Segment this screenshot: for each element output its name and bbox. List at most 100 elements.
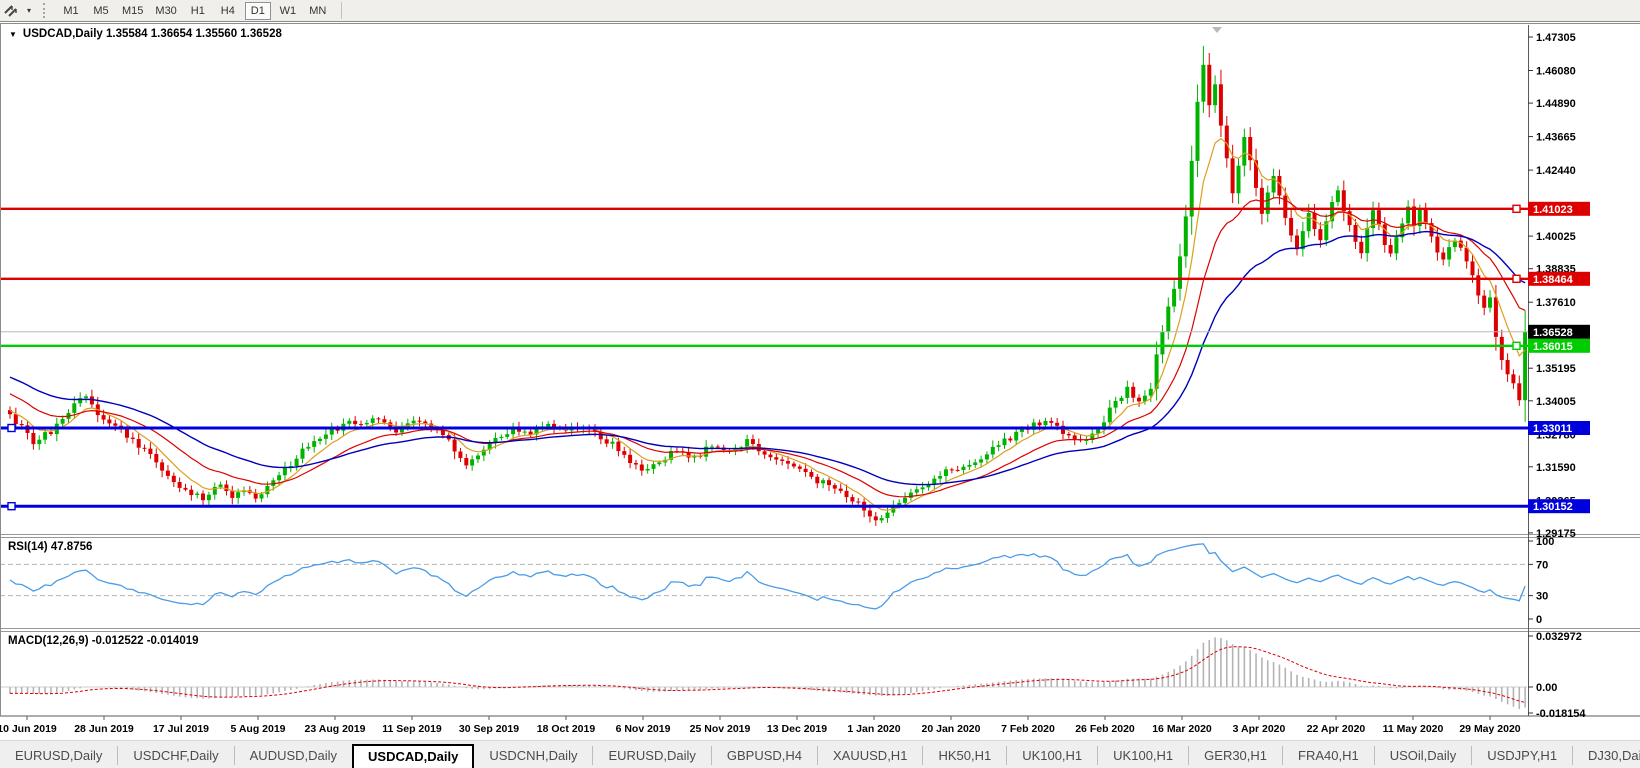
- timeframe-button-h1[interactable]: H1: [185, 2, 211, 20]
- macd-tick-0.00: 0.00: [1536, 682, 1557, 694]
- timeframe-button-h4[interactable]: H4: [215, 2, 241, 20]
- date-label-11-sep-2019: 11 Sep 2019: [382, 723, 442, 735]
- symbol-tab-ger30-h1[interactable]: GER30,H1: [1188, 746, 1282, 765]
- pane-frame: [0, 23, 1640, 717]
- timeframe-buttons: M1 M5 M15 M30 H1 H4 D1 W1 MN: [58, 1, 331, 20]
- date-label-6-nov-2019: 6 Nov 2019: [616, 723, 671, 735]
- date-label-29-may-2020: 29 May 2020: [1459, 723, 1520, 735]
- date-label-26-feb-2020: 26 Feb 2020: [1075, 723, 1135, 735]
- symbol-tab-uk100-h1[interactable]: UK100,H1: [1097, 746, 1188, 765]
- symbol-tab-fra40-h1[interactable]: FRA40,H1: [1282, 746, 1374, 765]
- price-tick-1.46080: 1.46080: [1536, 66, 1576, 78]
- rsi-label-text: RSI(14) 47.8756: [8, 541, 93, 553]
- symbol-tab-audusd-daily[interactable]: AUDUSD,Daily: [233, 746, 352, 765]
- symbol-tabbar: EURUSD,Daily USDCHF,Daily AUDUSD,Daily USDC…: [0, 740, 1640, 768]
- macd-tick-0.032972: 0.032972: [1536, 631, 1582, 643]
- top-toolbar: ▾ M1 M5 M15 M30 H1 H4 D1 W1 MN: [0, 0, 1640, 22]
- price-tick-1.35195: 1.35195: [1536, 363, 1576, 375]
- symbol-tab-eurusd-daily[interactable]: EURUSD,Daily: [592, 746, 710, 765]
- date-label-10-jun-2019: 10 Jun 2019: [0, 723, 57, 735]
- date-label-25-nov-2019: 25 Nov 2019: [690, 723, 751, 735]
- symbol-tab-dj30-daily[interactable]: DJ30,Daily: [1572, 746, 1640, 765]
- chart-title-text: USDCAD,Daily 1.35584 1.36654 1.35560 1.3…: [22, 28, 282, 40]
- rsi-line: [9, 543, 1526, 610]
- timeframe-button-m15[interactable]: M15: [118, 2, 147, 20]
- timeframe-button-m5[interactable]: M5: [88, 2, 114, 20]
- price-badge-1.41023: 1.41023: [1533, 204, 1573, 216]
- date-label-7-feb-2020: 7 Feb 2020: [1001, 723, 1055, 735]
- date-label-13-dec-2019: 13 Dec 2019: [767, 723, 827, 735]
- price-tick-1.43665: 1.43665: [1536, 132, 1576, 144]
- price-badge-1.33011: 1.33011: [1533, 423, 1572, 435]
- price-tick-1.42440: 1.42440: [1536, 165, 1576, 177]
- symbol-tab-usoil-daily[interactable]: USOil,Daily: [1373, 746, 1471, 765]
- symbol-tab-usdchf-daily[interactable]: USDCHF,Daily: [117, 746, 233, 765]
- ma-line-35: [9, 230, 1526, 486]
- toolbar-grip[interactable]: [43, 3, 49, 18]
- date-label-28-jun-2019: 28 Jun 2019: [74, 723, 134, 735]
- date-label-30-sep-2019: 30 Sep 2019: [459, 723, 519, 735]
- timeframe-button-m1[interactable]: M1: [58, 2, 84, 20]
- timeframe-button-w1[interactable]: W1: [275, 2, 301, 20]
- timeframe-button-mn[interactable]: MN: [305, 2, 331, 20]
- symbol-tab-usdcad-daily[interactable]: USDCAD,Daily: [352, 744, 475, 768]
- date-label-1-jan-2020: 1 Jan 2020: [847, 723, 900, 735]
- rsi-levels: [0, 563, 1528, 597]
- date-label-23-aug-2019: 23 Aug 2019: [305, 723, 366, 735]
- date-label-11-may-2020: 11 May 2020: [1383, 723, 1444, 735]
- chart-canvas: 1.47305 1.46080 1.44890 1.43665 1.42440 1.400…: [0, 23, 1640, 735]
- symbol-tabs: EURUSD,Daily USDCHF,Daily AUDUSD,Daily USDC…: [0, 742, 1640, 768]
- timeframe-button-m30[interactable]: M30: [151, 2, 180, 20]
- symbol-tab-xauusd-h1[interactable]: XAUUSD,H1: [817, 746, 922, 765]
- price-badge-1.38464: 1.38464: [1533, 274, 1574, 286]
- horizontal-lines: [0, 204, 1528, 511]
- cursor-tool-icon[interactable]: [2, 2, 22, 20]
- chart-window: 1.47305 1.46080 1.44890 1.43665 1.42440 1.400…: [0, 23, 1640, 740]
- rsi-tick-30: 30: [1536, 591, 1548, 603]
- symbol-tab-gbpusd-h4[interactable]: GBPUSD,H4: [710, 746, 817, 765]
- macd: [0, 637, 1527, 710]
- date-label-3-apr-2020: 3 Apr 2020: [1233, 723, 1286, 735]
- macd-tick--0.018154: -0.018154: [1536, 708, 1586, 720]
- price-axis: 1.47305 1.46080 1.44890 1.43665 1.42440 1.400…: [1528, 32, 1576, 540]
- macd-label-text: MACD(12,26,9) -0.012522 -0.014019: [8, 635, 199, 647]
- macd-label: MACD(12,26,9) -0.012522 -0.014019: [8, 635, 199, 647]
- ma-line-7: [9, 137, 1526, 511]
- symbol-tab-eurusd-daily[interactable]: EURUSD,Daily: [0, 746, 117, 765]
- dropdown-caret-icon[interactable]: ▾: [22, 6, 36, 15]
- rsi-tick-70: 70: [1536, 559, 1548, 571]
- price-badge-1.30152: 1.30152: [1533, 501, 1573, 513]
- date-label-5-aug-2019: 5 Aug 2019: [230, 723, 285, 735]
- date-label-16-mar-2020: 16 Mar 2020: [1152, 723, 1212, 735]
- symbol-tab-uk100-h1[interactable]: UK100,H1: [1006, 746, 1097, 765]
- price-tick-1.40025: 1.40025: [1536, 231, 1576, 243]
- symbol-tab-usdcnh-daily[interactable]: USDCNH,Daily: [474, 746, 592, 765]
- timeframe-button-d1[interactable]: D1: [244, 1, 271, 20]
- date-label-20-jan-2020: 20 Jan 2020: [922, 723, 981, 735]
- rsi-tick-100: 100: [1536, 536, 1554, 548]
- price-badge-1.36015: 1.36015: [1533, 341, 1573, 353]
- date-axis: 10 Jun 2019 28 Jun 2019 17 Jul 2019 5 Aug 2…: [0, 716, 1521, 735]
- price-tick-1.44890: 1.44890: [1536, 98, 1576, 110]
- symbol-tab-usdjpy-h1[interactable]: USDJPY,H1: [1471, 746, 1572, 765]
- hline-handle[interactable]: [7, 502, 16, 511]
- price-tick-1.31590: 1.31590: [1536, 462, 1576, 474]
- toolbar-separator: [340, 2, 342, 19]
- date-label-17-jul-2019: 17 Jul 2019: [153, 723, 209, 735]
- date-label-18-oct-2019: 18 Oct 2019: [537, 723, 596, 735]
- chart-title: ▼ USDCAD,Daily 1.35584 1.36654 1.35560 1…: [9, 28, 282, 40]
- symbol-tab-hk50-h1[interactable]: HK50,H1: [922, 746, 1006, 765]
- collapse-triangle-icon[interactable]: ▼: [9, 30, 17, 39]
- hline-handle[interactable]: [1512, 274, 1521, 284]
- candlesticks: [8, 45, 1527, 526]
- price-tick-1.34005: 1.34005: [1536, 396, 1576, 408]
- hline-handle[interactable]: [1512, 341, 1521, 350]
- date-label-22-apr-2020: 22 Apr 2020: [1307, 723, 1366, 735]
- price-tick-1.37610: 1.37610: [1536, 297, 1576, 309]
- price-tick-1.47305: 1.47305: [1536, 32, 1576, 44]
- hline-handle[interactable]: [1512, 204, 1521, 214]
- chart-shift-marker[interactable]: [1212, 27, 1222, 33]
- rsi-tick-0: 0: [1536, 614, 1542, 626]
- rsi-label: RSI(14) 47.8756: [8, 541, 92, 553]
- hline-handle[interactable]: [7, 423, 16, 433]
